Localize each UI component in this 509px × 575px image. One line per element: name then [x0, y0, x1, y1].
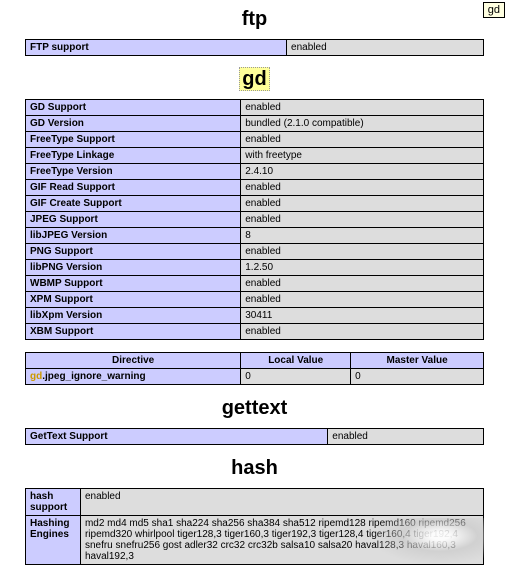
cell-key: PNG Support	[26, 244, 241, 260]
table-row: WBMP Supportenabled	[26, 276, 484, 292]
cell-value: enabled	[241, 292, 484, 308]
cell-value: enabled	[241, 100, 484, 116]
cell-value: enabled	[241, 132, 484, 148]
table-row: FreeType Linkagewith freetype	[26, 148, 484, 164]
cell-key: GetText Support	[26, 429, 328, 445]
gettext-table: GetText Support enabled	[25, 428, 484, 445]
header-local: Local Value	[241, 353, 351, 369]
cell-key: libPNG Version	[26, 260, 241, 276]
cell-key: XBM Support	[26, 324, 241, 340]
cell-value: enabled	[241, 276, 484, 292]
gd-anchor-link[interactable]: gd	[239, 67, 269, 91]
table-row: FreeType Supportenabled	[26, 132, 484, 148]
section-heading-gettext: gettext	[25, 397, 484, 420]
table-row: GD Supportenabled	[26, 100, 484, 116]
cell-key: GIF Read Support	[26, 180, 241, 196]
cell-value: with freetype	[241, 148, 484, 164]
ftp-table: FTP support enabled	[25, 39, 484, 56]
cell-value: enabled	[80, 489, 483, 516]
cell-key: GIF Create Support	[26, 196, 241, 212]
cell-directive: gd.jpeg_ignore_warning	[26, 369, 241, 385]
cell-value: enabled	[241, 180, 484, 196]
cell-value: 30411	[241, 308, 484, 324]
cell-value: 8	[241, 228, 484, 244]
cell-key: FreeType Support	[26, 132, 241, 148]
cell-value: 1.2.50	[241, 260, 484, 276]
table-row: FreeType Version2.4.10	[26, 164, 484, 180]
cell-key: libXpm Version	[26, 308, 241, 324]
cell-value: enabled	[287, 40, 484, 56]
cell-value: enabled	[241, 212, 484, 228]
table-row: libXpm Version30411	[26, 308, 484, 324]
section-heading-hash: hash	[25, 457, 484, 480]
header-master: Master Value	[351, 353, 484, 369]
cell-master: 0	[351, 369, 484, 385]
gd-directives-table: Directive Local Value Master Value gd.jp…	[25, 352, 484, 385]
cell-key: JPEG Support	[26, 212, 241, 228]
table-row: hash support enabled	[26, 489, 484, 516]
cell-key: GD Version	[26, 116, 241, 132]
cell-value: enabled	[241, 324, 484, 340]
cell-value: bundled (2.1.0 compatible)	[241, 116, 484, 132]
gd-table: GD SupportenabledGD Versionbundled (2.1.…	[25, 99, 484, 340]
table-row: FTP support enabled	[26, 40, 484, 56]
cell-value: enabled	[241, 196, 484, 212]
table-row: GD Versionbundled (2.1.0 compatible)	[26, 116, 484, 132]
table-row: gd.jpeg_ignore_warning 0 0	[26, 369, 484, 385]
cell-key: hash support	[26, 489, 81, 516]
table-row: XPM Supportenabled	[26, 292, 484, 308]
table-row: GIF Create Supportenabled	[26, 196, 484, 212]
cell-key: Hashing Engines	[26, 516, 81, 565]
header-directive: Directive	[26, 353, 241, 369]
cell-value: enabled	[241, 244, 484, 260]
table-row: JPEG Supportenabled	[26, 212, 484, 228]
cell-key: GD Support	[26, 100, 241, 116]
cell-value: enabled	[328, 429, 484, 445]
table-row: libJPEG Version8	[26, 228, 484, 244]
section-heading-ftp: ftp	[25, 8, 484, 31]
cell-value: md2 md4 md5 sha1 sha224 sha256 sha384 sh…	[80, 516, 483, 565]
table-row: XBM Supportenabled	[26, 324, 484, 340]
cell-key: FreeType Linkage	[26, 148, 241, 164]
cell-value: 2.4.10	[241, 164, 484, 180]
table-row: libPNG Version1.2.50	[26, 260, 484, 276]
section-heading-gd: gd	[25, 68, 484, 91]
table-row: Hashing Engines md2 md4 md5 sha1 sha224 …	[26, 516, 484, 565]
cell-key: XPM Support	[26, 292, 241, 308]
table-row: GetText Support enabled	[26, 429, 484, 445]
table-row: GIF Read Supportenabled	[26, 180, 484, 196]
cell-local: 0	[241, 369, 351, 385]
hash-table: hash support enabled Hashing Engines md2…	[25, 488, 484, 565]
cell-key: FTP support	[26, 40, 287, 56]
cell-key: WBMP Support	[26, 276, 241, 292]
cell-key: libJPEG Version	[26, 228, 241, 244]
table-row: PNG Supportenabled	[26, 244, 484, 260]
table-header-row: Directive Local Value Master Value	[26, 353, 484, 369]
tooltip-gd: gd	[483, 2, 505, 18]
cell-key: FreeType Version	[26, 164, 241, 180]
